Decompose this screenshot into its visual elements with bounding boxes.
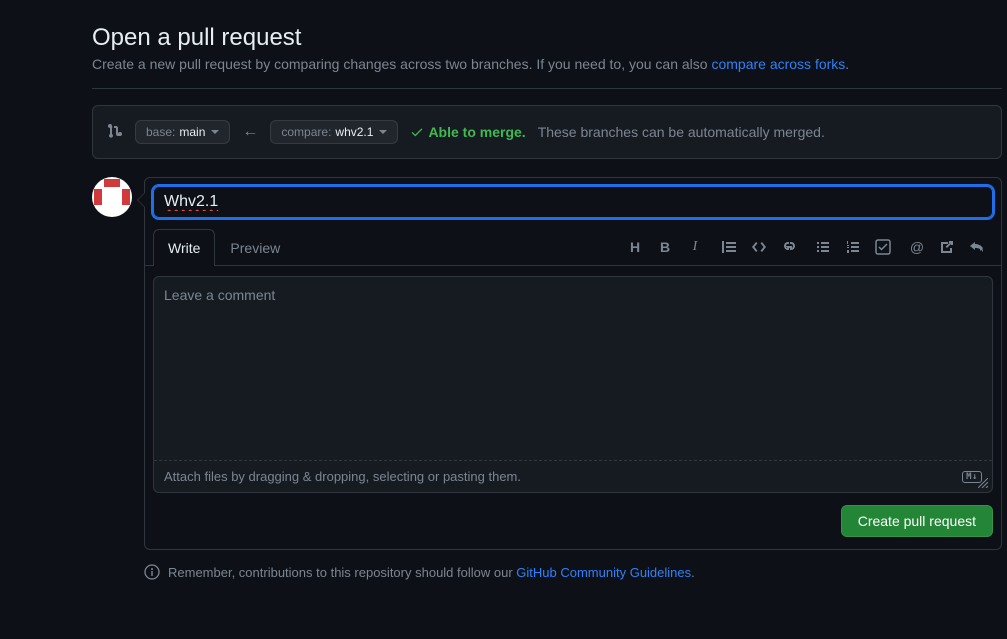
page-subtitle: Create a new pull request by comparing c… — [92, 56, 1002, 89]
cross-reference-icon[interactable] — [939, 239, 955, 255]
editor-tabs-row: Write Preview H B I — [145, 228, 1001, 266]
branch-comparison-bar: base: main ← compare: whv2.1 Able to mer… — [92, 105, 1002, 159]
tab-preview[interactable]: Preview — [215, 229, 295, 266]
unordered-list-icon[interactable] — [815, 239, 831, 255]
attach-text: Attach files by dragging & dropping, sel… — [164, 469, 521, 484]
reply-icon[interactable] — [969, 239, 985, 255]
base-value: main — [179, 125, 205, 139]
merge-status: Able to merge. — [410, 124, 525, 140]
link-icon[interactable] — [781, 239, 797, 255]
subtitle-text: Create a new pull request by comparing c… — [92, 56, 711, 72]
comment-container: Attach files by dragging & dropping, sel… — [153, 276, 993, 493]
pr-composer: Write Preview H B I — [144, 177, 1002, 550]
arrow-left-icon: ← — [242, 123, 258, 141]
bold-icon[interactable]: B — [657, 239, 673, 255]
quote-icon[interactable] — [721, 239, 737, 255]
git-compare-icon — [107, 123, 123, 142]
chevron-down-icon — [211, 130, 219, 134]
footer-prefix: Remember, contributions to this reposito… — [168, 565, 516, 580]
resize-handle-icon[interactable] — [978, 478, 988, 488]
page-title: Open a pull request — [92, 24, 1007, 52]
compare-forks-link[interactable]: compare across forks — [711, 56, 845, 72]
footer-suffix: . — [691, 565, 695, 580]
ordered-list-icon[interactable] — [845, 239, 861, 255]
chevron-down-icon — [379, 130, 387, 134]
markdown-toolbar: H B I @ — [627, 239, 993, 255]
footer-note: Remember, contributions to this reposito… — [144, 564, 994, 580]
base-branch-selector[interactable]: base: main — [135, 120, 230, 144]
attach-bar[interactable]: Attach files by dragging & dropping, sel… — [154, 460, 992, 492]
merge-status-text: Able to merge. — [428, 124, 525, 140]
compare-value: whv2.1 — [335, 125, 373, 139]
mention-icon[interactable]: @ — [909, 239, 925, 255]
community-guidelines-link[interactable]: GitHub Community Guidelines — [516, 565, 691, 580]
compare-branch-selector[interactable]: compare: whv2.1 — [270, 120, 398, 144]
check-icon — [410, 125, 424, 139]
italic-icon[interactable]: I — [687, 239, 703, 255]
code-icon[interactable] — [751, 239, 767, 255]
tab-write[interactable]: Write — [153, 229, 215, 266]
create-pull-request-button[interactable]: Create pull request — [841, 505, 993, 537]
base-label: base: — [146, 125, 175, 139]
pr-title-input[interactable] — [153, 186, 993, 218]
compare-label: compare: — [281, 125, 331, 139]
comment-textarea[interactable] — [154, 277, 992, 457]
heading-icon[interactable]: H — [627, 239, 643, 255]
tasklist-icon[interactable] — [875, 239, 891, 255]
subtitle-suffix: . — [845, 56, 849, 72]
merge-message: These branches can be automatically merg… — [538, 124, 825, 140]
info-icon — [144, 564, 160, 580]
avatar — [92, 177, 132, 217]
